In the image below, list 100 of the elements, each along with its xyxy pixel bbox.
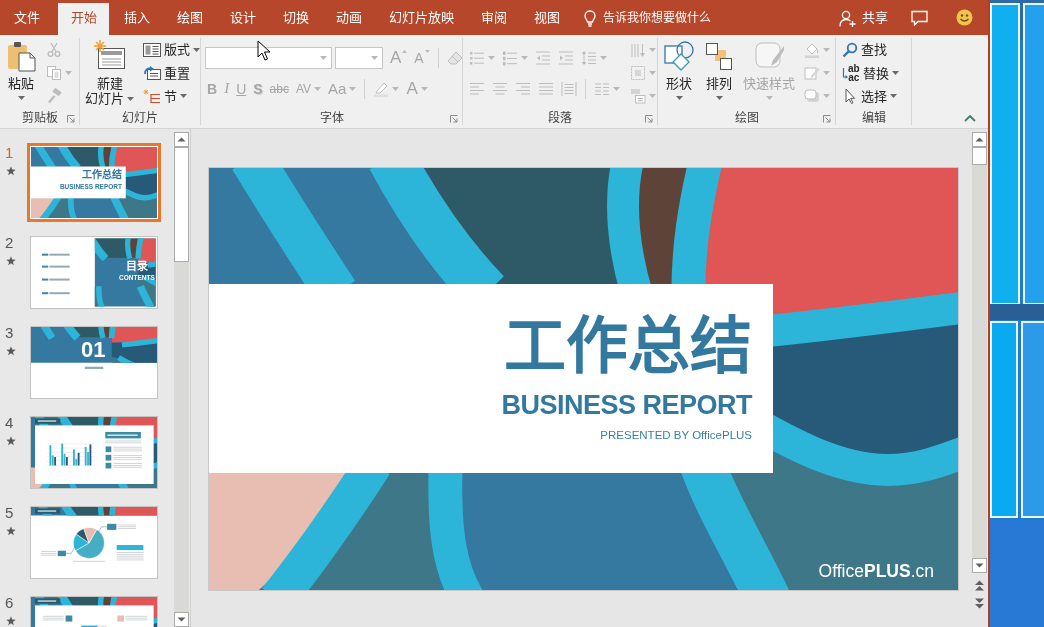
font-name-field[interactable]	[205, 46, 332, 69]
scrollbar-thumb[interactable]	[174, 147, 189, 262]
align-text-icon	[630, 65, 646, 81]
ribbon-tab[interactable]: 审阅	[468, 3, 519, 35]
ribbon-tab[interactable]: 设计	[217, 3, 268, 35]
scroll-down-icon[interactable]	[972, 558, 987, 573]
slide-number: 2	[5, 234, 14, 251]
ribbon-tab[interactable]: 开始	[58, 3, 109, 35]
ribbon-group-label: 段落	[548, 111, 572, 125]
person-add-icon	[839, 9, 856, 27]
line-spacing-icon	[581, 49, 597, 66]
caret-down-icon	[424, 49, 430, 53]
slide-thumbnail-drawing[interactable]	[30, 506, 158, 579]
ribbon-group-label: 编辑	[861, 111, 886, 125]
caret-up-icon	[402, 49, 408, 53]
layout-button[interactable]: 版式	[140, 38, 203, 61]
slide-number: 4	[5, 414, 14, 431]
slide-number: 1	[5, 144, 14, 161]
dialog-launcher-icon[interactable]	[823, 115, 831, 123]
clipboard-icon	[5, 40, 37, 72]
section-button[interactable]: 节	[140, 85, 190, 108]
effects-icon	[804, 88, 820, 105]
thumbnail-title: 01	[81, 339, 106, 361]
pencil-square-icon	[804, 65, 820, 81]
reset-icon	[143, 66, 161, 80]
ribbon-tab[interactable]: 文件	[1, 3, 52, 35]
align-center-icon	[492, 80, 508, 97]
find-button[interactable]: 查找	[839, 38, 890, 61]
arrange-icon	[703, 40, 735, 72]
font-size-field[interactable]	[335, 46, 383, 69]
ribbon-group-label: 剪贴板	[21, 111, 58, 125]
slide-thumbnail-drawing[interactable]	[30, 326, 158, 399]
distribute-icon	[561, 80, 577, 97]
reset-button[interactable]: 重置	[140, 62, 193, 84]
smartart-icon	[630, 88, 646, 105]
align-left-icon	[469, 80, 485, 97]
share-button[interactable]: 共享	[839, 3, 888, 35]
dialog-launcher-icon[interactable]	[450, 115, 458, 123]
new-slide-icon	[93, 40, 126, 72]
align-right-icon	[515, 80, 531, 97]
slide-thumbnail-drawing[interactable]	[27, 143, 161, 222]
ribbon-tab[interactable]: 绘图	[164, 3, 215, 35]
eraser-icon	[446, 49, 463, 66]
justify-icon	[538, 80, 554, 97]
decrease-indent-icon	[535, 49, 551, 66]
paint-bucket-icon	[804, 41, 820, 58]
collapse-ribbon-icon[interactable]	[964, 115, 976, 122]
mouse-pointer-icon	[257, 40, 271, 62]
highlighter-icon	[373, 80, 390, 97]
numbered-list-icon	[502, 49, 518, 66]
caret-icon	[320, 55, 327, 60]
scroll-up-icon[interactable]	[972, 132, 987, 147]
scrollbar-thumb[interactable]	[972, 147, 987, 165]
caret-icon	[371, 55, 378, 60]
previous-slide-icon[interactable]	[974, 580, 985, 591]
new-slide-button[interactable]: 新建 幻灯片	[83, 38, 136, 108]
ribbon-tab[interactable]: 视图	[521, 3, 572, 35]
slide-subtitle: BUSINESS REPORT	[501, 390, 752, 420]
ribbon-group-label: 字体	[319, 111, 344, 125]
increase-indent-icon	[558, 49, 574, 66]
dialog-launcher-icon[interactable]	[67, 115, 75, 123]
arrow-icon	[842, 65, 848, 81]
bullets-icon	[469, 49, 485, 66]
cursor-arrow-icon	[842, 88, 858, 105]
logo-text: OfficePLUS.cn	[818, 561, 934, 581]
slide-thumbnail-drawing[interactable]	[30, 236, 158, 309]
lightbulb-icon	[584, 9, 596, 27]
paintbrush-icon	[46, 88, 62, 105]
scissors-icon	[46, 41, 62, 58]
scroll-down-icon[interactable]	[174, 612, 189, 627]
slide-number: 6	[5, 594, 14, 611]
ribbon-tab[interactable]: 幻灯片放映	[376, 3, 466, 35]
select-button[interactable]: 选择	[839, 85, 900, 108]
ribbon-group-label: 绘图	[734, 111, 759, 125]
shapes-icon	[663, 40, 695, 72]
presenter-line: PRESENTED BY OfficePLUS	[600, 428, 752, 442]
section-icon	[143, 89, 161, 104]
slide-number: 3	[5, 324, 14, 341]
ribbon-group-label: 幻灯片	[122, 111, 158, 125]
slide-thumbnail-drawing[interactable]	[30, 416, 158, 489]
thumbnail-title: 目录	[125, 260, 148, 272]
thumbnail-title: 工作总结	[82, 169, 122, 180]
arrange-button[interactable]: 排列	[701, 38, 737, 108]
layout-icon	[143, 42, 161, 57]
text-direction-icon	[630, 41, 646, 58]
columns-icon	[594, 80, 610, 97]
comment-icon[interactable]	[911, 10, 928, 26]
tell-me-box[interactable]: 告诉我你想要做什么	[584, 3, 711, 35]
dialog-launcher-icon[interactable]	[645, 115, 653, 123]
shapes-button[interactable]: 形状	[661, 38, 697, 108]
ribbon-tab[interactable]: 动画	[323, 3, 374, 35]
search-icon	[842, 41, 858, 58]
paste-button[interactable]: 粘贴	[3, 38, 39, 108]
copy-icon	[46, 65, 62, 81]
smiley-icon[interactable]	[956, 9, 973, 26]
ribbon-tab[interactable]: 插入	[111, 3, 162, 35]
slide-number: 5	[5, 504, 14, 521]
next-slide-icon[interactable]	[974, 598, 985, 609]
scroll-up-icon[interactable]	[174, 132, 189, 147]
ribbon-tab[interactable]: 切换	[270, 3, 321, 35]
